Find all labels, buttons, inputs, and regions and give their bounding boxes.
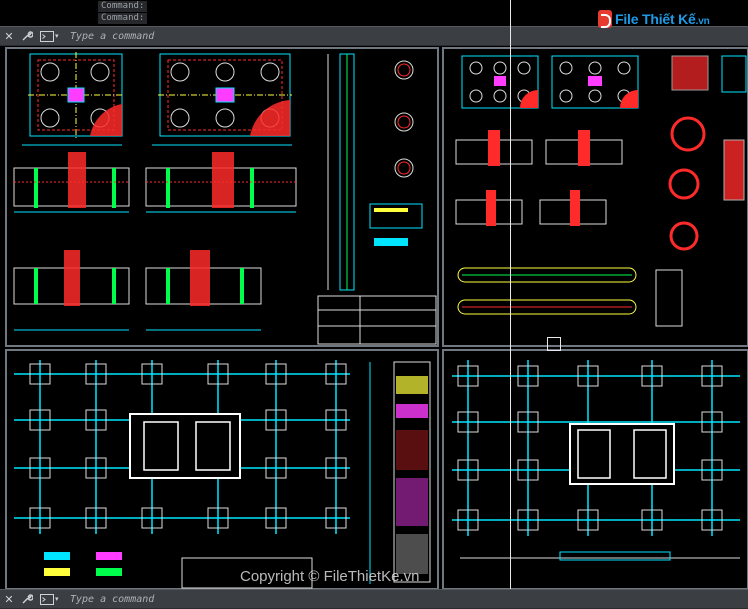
core-cap-2 [569,423,675,485]
command-history-line: Command: [98,1,148,12]
wrench-icon[interactable] [18,27,36,45]
command-input[interactable] [66,590,748,608]
close-icon[interactable]: ✕ [0,590,18,608]
copyright-watermark: Copyright © FileThietKe.vn [240,568,420,585]
pile-sections [369,60,423,246]
pile-cap-section-2 [145,152,297,213]
chevron-down-icon: ▾ [55,32,59,40]
crosshair-pickbox [547,337,561,351]
sections-right [455,130,623,226]
title-block-2 [460,551,740,561]
pile-cap-section-3 [13,250,130,331]
crosshair-vertical [510,0,511,609]
command-input[interactable] [66,27,748,45]
pile-elevation [327,53,355,291]
pile-cap-section-4 [145,250,262,331]
command-prompt-icon[interactable]: ▾ [40,28,66,44]
pile-cap-plan-3 [461,55,539,109]
title-block-1 [317,295,437,345]
site-logo: File Thiết Kế.vn [598,10,710,28]
close-icon[interactable]: ✕ [0,27,18,45]
pile-longitudinal [457,267,637,315]
command-line-top: ✕ ▾ [0,26,748,46]
wrench-icon[interactable] [18,590,36,608]
pile-cap-plan-4 [551,55,639,109]
logo-icon [598,10,612,28]
command-prompt-icon[interactable]: ▾ [40,591,66,607]
cage-detail [655,55,747,327]
drawing-canvas[interactable] [0,46,748,589]
chevron-down-icon: ▾ [55,595,59,603]
pile-cap-plan-1 [22,52,124,146]
logo-text: File Thiết Kế.vn [615,11,710,27]
core-cap-1 [129,413,241,479]
command-history-line: Command: [98,13,148,24]
command-line-bottom: ✕ ▾ [0,589,748,609]
cad-drawing [5,47,748,589]
soil-column [369,361,431,584]
pile-cap-section-1 [13,152,130,213]
pile-cap-plan-2 [152,53,292,146]
